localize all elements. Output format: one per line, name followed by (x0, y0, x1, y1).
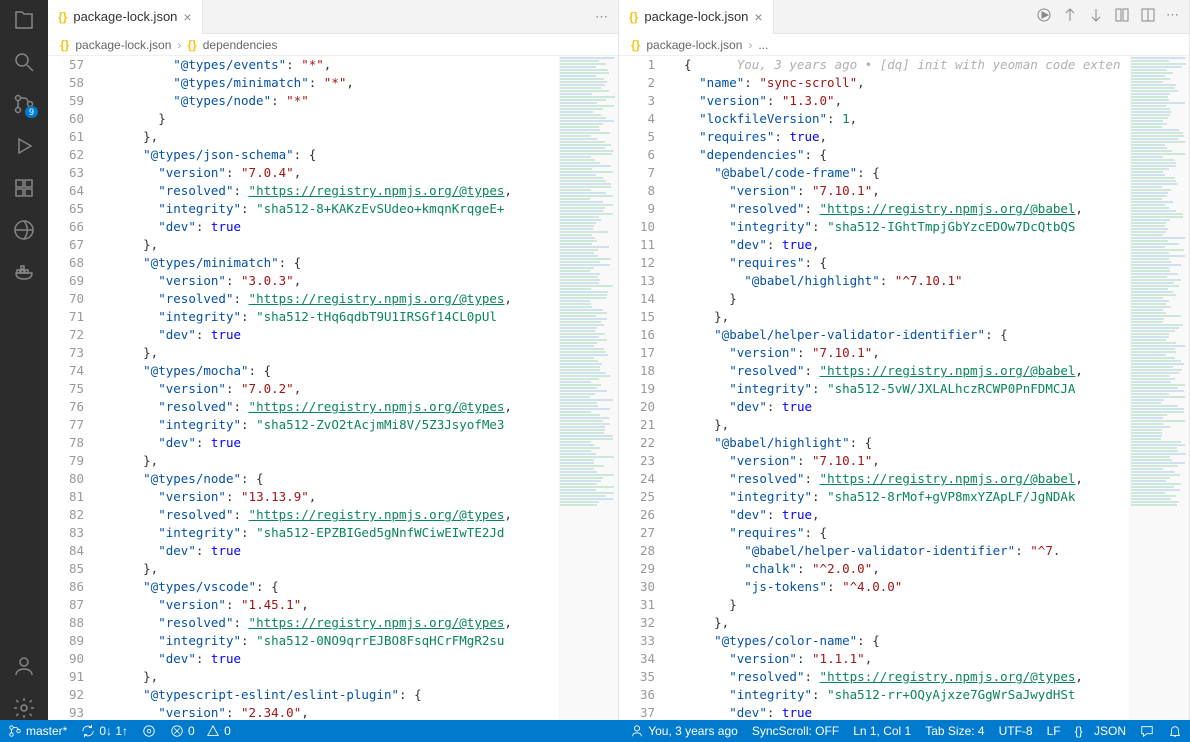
breadcrumb-symbol: ... (758, 38, 768, 52)
json-icon: {} (187, 38, 196, 52)
minimap[interactable] (558, 56, 618, 720)
docker-icon[interactable] (12, 260, 36, 284)
tabs-right: {} package-lock.json × ⋯ (619, 0, 1189, 34)
tab-label: package-lock.json (644, 9, 748, 24)
remote-icon[interactable] (12, 218, 36, 242)
breadcrumb-file: package-lock.json (75, 38, 171, 52)
prev-change-icon[interactable] (1062, 7, 1078, 26)
more-icon[interactable]: ⋯ (1166, 7, 1179, 26)
json-icon: {} (58, 10, 67, 24)
indent-status[interactable]: Tab Size: 4 (925, 724, 984, 738)
json-icon: {} (60, 38, 69, 52)
tab-package-lock-left[interactable]: {} package-lock.json × (48, 0, 203, 34)
search-icon[interactable] (12, 50, 36, 74)
editor-right: {} package-lock.json × ⋯ {} package-lock… (619, 0, 1190, 720)
run-icon[interactable] (1036, 7, 1052, 26)
account-icon[interactable] (12, 654, 36, 678)
breadcrumb-right[interactable]: {} package-lock.json › ... (619, 34, 1189, 56)
settings-gear-icon[interactable] (12, 696, 36, 720)
tab-label: package-lock.json (73, 9, 177, 24)
close-icon[interactable]: × (183, 9, 191, 25)
breadcrumb-symbol: dependencies (203, 38, 278, 52)
next-change-icon[interactable] (1088, 7, 1104, 26)
editor-left: {} package-lock.json × ⋯ {} package-lock… (48, 0, 619, 720)
encoding-status[interactable]: UTF-8 (999, 724, 1033, 738)
tabs-left: {} package-lock.json × ⋯ (48, 0, 618, 34)
breadcrumb-left[interactable]: {} package-lock.json › {} dependencies (48, 34, 618, 56)
tab-package-lock-right[interactable]: {} package-lock.json × (619, 0, 774, 34)
bell-icon[interactable] (1168, 724, 1182, 738)
json-icon: {} (629, 10, 638, 24)
chevron-right-icon: › (748, 38, 752, 52)
explorer-icon[interactable] (12, 8, 36, 32)
line-gutter: 1234567891011121314151617181920212223242… (619, 56, 669, 720)
cursor-position[interactable]: Ln 1, Col 1 (853, 724, 911, 738)
scm-badge: 9 (25, 106, 38, 118)
code-area-left[interactable]: 5758596061626364656667686970717273747576… (48, 56, 618, 720)
extensions-icon[interactable] (12, 176, 36, 200)
activity-bar: 9 (0, 0, 48, 720)
problems-status[interactable]: 0 0 (170, 724, 231, 738)
source-control-icon[interactable]: 9 (12, 92, 36, 116)
minimap[interactable] (1129, 56, 1189, 720)
branch-status[interactable]: master* (8, 724, 67, 738)
status-bar: master* 0↓ 1↑ 0 0 You, 3 years ago SyncS… (0, 720, 1190, 742)
blame-status[interactable]: You, 3 years ago (630, 724, 738, 738)
eol-status[interactable]: LF (1047, 724, 1061, 738)
breadcrumb-file: package-lock.json (646, 38, 742, 52)
code-content[interactable]: "@types/events": "*", "@types/minimatch"… (98, 56, 558, 720)
run-debug-icon[interactable] (12, 134, 36, 158)
chevron-right-icon: › (177, 38, 181, 52)
language-status[interactable]: {} JSON (1075, 724, 1126, 738)
line-gutter: 5758596061626364656667686970717273747576… (48, 56, 98, 720)
diff-icon[interactable] (1114, 7, 1130, 26)
sync-status[interactable]: 0↓ 1↑ (81, 724, 128, 738)
close-icon[interactable]: × (754, 9, 762, 25)
more-icon[interactable]: ⋯ (595, 9, 608, 25)
code-area-right[interactable]: 1234567891011121314151617181920212223242… (619, 56, 1189, 720)
syncscroll-status[interactable]: SyncScroll: OFF (752, 724, 839, 738)
split-icon[interactable] (1140, 7, 1156, 26)
ports-icon[interactable] (142, 724, 156, 738)
json-icon: {} (631, 38, 640, 52)
code-content[interactable]: { You, 3 years ago • [dq] init with yeom… (669, 56, 1129, 720)
feedback-icon[interactable] (1140, 724, 1154, 738)
